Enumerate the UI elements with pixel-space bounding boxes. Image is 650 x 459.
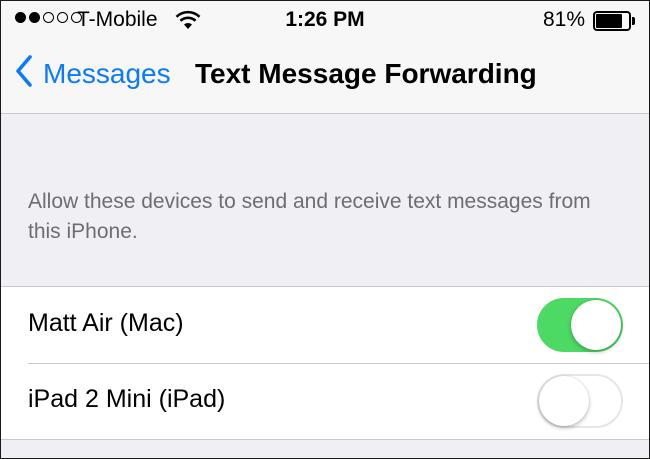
device-toggle-ipad-2-mini[interactable] <box>537 374 623 428</box>
chevron-left-icon <box>15 55 33 92</box>
back-button[interactable]: Messages <box>15 55 171 92</box>
battery-icon <box>593 11 637 31</box>
device-row-ipad-2-mini: iPad 2 Mini (iPad) <box>1 363 649 439</box>
navigation-bar: Messages Text Message Forwarding <box>1 39 649 114</box>
screen: T-Mobile 1:26 PM 81% Messages Text Messa <box>0 0 650 459</box>
device-list: Matt Air (Mac) iPad 2 Mini (iPad) <box>1 286 649 440</box>
device-label: Matt Air (Mac) <box>28 309 184 337</box>
device-label: iPad 2 Mini (iPad) <box>28 385 226 413</box>
toggle-knob <box>539 376 589 426</box>
device-row-matt-air: Matt Air (Mac) <box>1 287 649 363</box>
page-title: Text Message Forwarding <box>195 58 537 89</box>
back-button-label: Messages <box>43 57 171 89</box>
battery-percent: 81% <box>542 8 585 31</box>
status-bar: T-Mobile 1:26 PM 81% <box>1 1 649 39</box>
device-toggle-matt-air[interactable] <box>537 298 623 352</box>
toggle-knob <box>571 300 621 350</box>
section-description: Allow these devices to send and receive … <box>28 190 591 243</box>
